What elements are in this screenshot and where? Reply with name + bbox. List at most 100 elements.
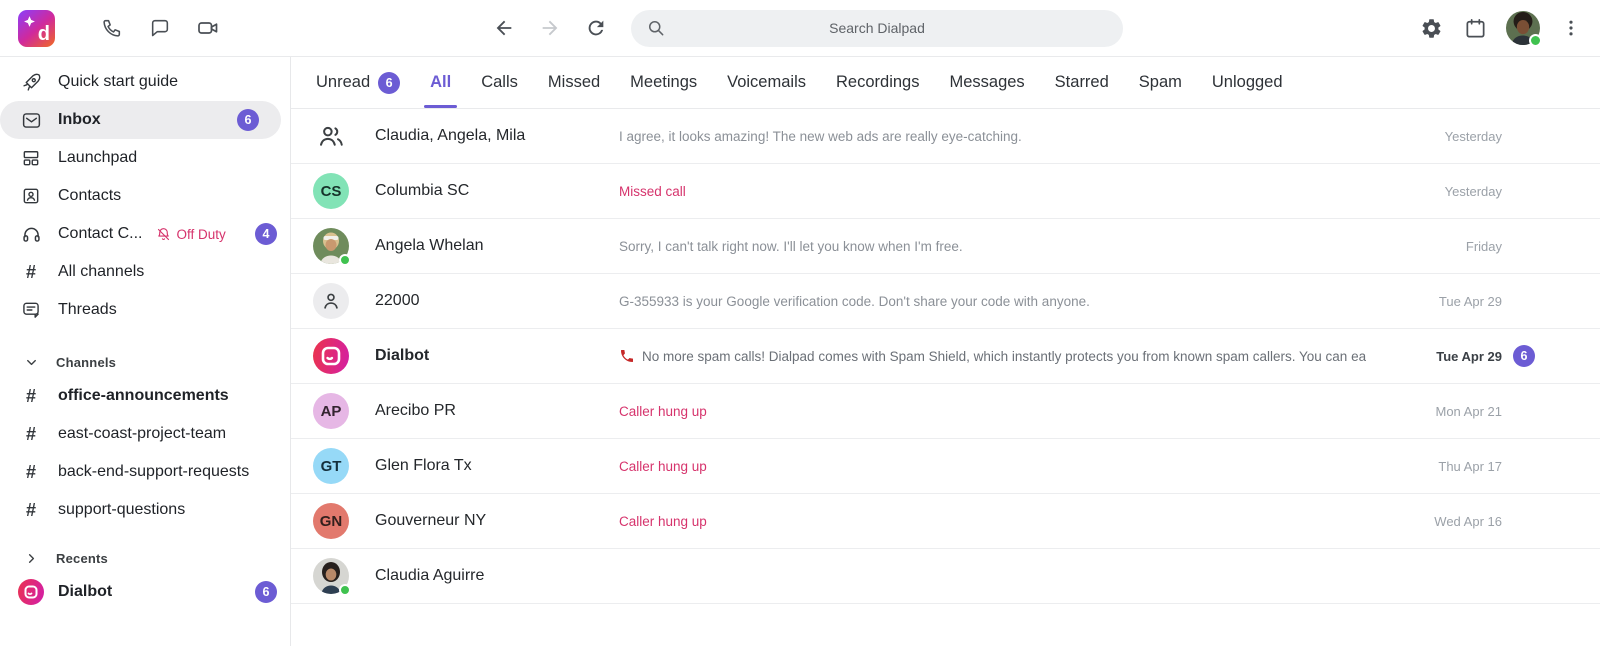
- conversation-name: Gouverneur NY: [375, 512, 619, 530]
- conversation-preview: G-355933 is your Google verification cod…: [619, 294, 1425, 309]
- forward-button[interactable]: [537, 15, 563, 41]
- channel-label: office-announcements: [58, 387, 229, 405]
- sidebar-item-label: Contacts: [58, 187, 121, 205]
- tab-label: Recordings: [836, 73, 919, 92]
- conversation-list: Claudia, Angela, Mila I agree, it looks …: [291, 109, 1600, 646]
- initials-avatar: AP: [313, 393, 349, 429]
- conversation-name: Claudia, Angela, Mila: [375, 127, 619, 145]
- tab-label: Spam: [1139, 73, 1182, 92]
- unread-badge: 6: [255, 581, 277, 603]
- conversation-date: Tue Apr 29: [1436, 349, 1502, 364]
- sidebar-item-inbox[interactable]: Inbox 6: [0, 101, 281, 139]
- sidebar-item-dialbot[interactable]: Dialbot 6: [0, 573, 290, 611]
- hash-icon: #: [20, 500, 42, 521]
- conversation-row[interactable]: Claudia Aguirre: [291, 549, 1600, 604]
- conversation-row[interactable]: Claudia, Angela, Mila I agree, it looks …: [291, 109, 1600, 164]
- sidebar-item-label: Inbox: [58, 111, 101, 129]
- settings-gear-icon[interactable]: [1418, 15, 1444, 41]
- sparkle-icon: [23, 15, 36, 28]
- search-icon: [646, 18, 666, 38]
- tab-spam[interactable]: Spam: [1139, 57, 1182, 108]
- launchpad-icon: [20, 148, 42, 168]
- conversation-row[interactable]: 22000 G-355933 is your Google verificati…: [291, 274, 1600, 329]
- tab-label: Unlogged: [1212, 73, 1283, 92]
- search-bar[interactable]: [631, 10, 1123, 47]
- refresh-button[interactable]: [583, 15, 609, 41]
- sidebar-item-contact-center[interactable]: Contact C... Off Duty 4: [0, 215, 290, 253]
- conversation-row[interactable]: CS Columbia SC Missed call Yesterday: [291, 164, 1600, 219]
- conversation-preview: Caller hung up: [619, 404, 1422, 419]
- sidebar-item-label: All channels: [58, 263, 144, 281]
- dialbot-avatar-icon: [313, 338, 349, 374]
- recents-section-header[interactable]: Recents: [0, 543, 290, 573]
- inbox-tabs: Unread 6 All Calls Missed Meetings Voice…: [291, 57, 1600, 109]
- unread-badge: 6: [237, 109, 259, 131]
- phone-red-icon: [619, 348, 635, 364]
- conversation-date: Thu Apr 17: [1438, 459, 1502, 474]
- off-duty-label: Off Duty: [176, 227, 225, 242]
- tab-label: Messages: [949, 73, 1024, 92]
- search-input[interactable]: [631, 20, 1123, 36]
- conversation-row[interactable]: Angela Whelan Sorry, I can't talk right …: [291, 219, 1600, 274]
- phone-icon[interactable]: [99, 15, 125, 41]
- tab-missed[interactable]: Missed: [548, 57, 600, 108]
- tab-unlogged[interactable]: Unlogged: [1212, 57, 1283, 108]
- conversation-name: Claudia Aguirre: [375, 567, 619, 585]
- hash-icon: #: [20, 262, 42, 283]
- video-icon[interactable]: [195, 15, 221, 41]
- tab-meetings[interactable]: Meetings: [630, 57, 697, 108]
- conversation-name: Glen Flora Tx: [375, 457, 619, 475]
- tab-label: Missed: [548, 73, 600, 92]
- conversation-row[interactable]: GT Glen Flora Tx Caller hung up Thu Apr …: [291, 439, 1600, 494]
- sidebar-item-label: Quick start guide: [58, 73, 178, 91]
- tab-unread[interactable]: Unread 6: [316, 57, 400, 108]
- kebab-menu-icon[interactable]: [1558, 15, 1584, 41]
- conversation-preview: Caller hung up: [619, 514, 1420, 529]
- chat-icon[interactable]: [147, 15, 173, 41]
- unread-badge: 6: [1513, 345, 1535, 367]
- tab-all[interactable]: All: [430, 57, 451, 108]
- tab-recordings[interactable]: Recordings: [836, 57, 919, 108]
- presence-dot: [339, 584, 351, 596]
- presence-dot: [1529, 34, 1542, 47]
- contact-card-icon: [20, 186, 42, 206]
- sidebar-channel-support-questions[interactable]: # support-questions: [0, 491, 290, 529]
- conversation-date: Wed Apr 16: [1434, 514, 1502, 529]
- sidebar-item-quick-start-guide[interactable]: Quick start guide: [0, 63, 290, 101]
- unread-badge: 4: [255, 223, 277, 245]
- headset-icon: [20, 224, 42, 245]
- tab-calls[interactable]: Calls: [481, 57, 518, 108]
- bell-off-icon: [156, 227, 171, 242]
- presence-dot: [339, 254, 351, 266]
- dialbot-icon: [20, 579, 42, 605]
- sidebar-item-all-channels[interactable]: # All channels: [0, 253, 290, 291]
- initials-avatar: CS: [313, 173, 349, 209]
- tab-voicemails[interactable]: Voicemails: [727, 57, 806, 108]
- conversation-name: Arecibo PR: [375, 402, 619, 420]
- calendar-icon[interactable]: [1462, 15, 1488, 41]
- sidebar-item-label: Launchpad: [58, 149, 137, 167]
- sidebar-channel-east-coast-project-team[interactable]: # east-coast-project-team: [0, 415, 290, 453]
- sidebar-item-threads[interactable]: Threads: [0, 291, 290, 329]
- conversation-preview: No more spam calls! Dialpad comes with S…: [619, 348, 1422, 364]
- channels-header-label: Channels: [56, 355, 116, 370]
- sidebar-channel-office-announcements[interactable]: # office-announcements: [0, 377, 290, 415]
- user-avatar[interactable]: [1506, 11, 1540, 45]
- conversation-row[interactable]: Dialbot No more spam calls! Dialpad come…: [291, 329, 1600, 384]
- tab-messages[interactable]: Messages: [949, 57, 1024, 108]
- sidebar-item-launchpad[interactable]: Launchpad: [0, 139, 290, 177]
- recent-label: Dialbot: [58, 583, 112, 601]
- photo-avatar: [313, 228, 349, 264]
- back-button[interactable]: [491, 15, 517, 41]
- sidebar-channel-back-end-support-requests[interactable]: # back-end-support-requests: [0, 453, 290, 491]
- conversation-row[interactable]: GN Gouverneur NY Caller hung up Wed Apr …: [291, 494, 1600, 549]
- conversation-row[interactable]: AP Arecibo PR Caller hung up Mon Apr 21: [291, 384, 1600, 439]
- unread-badge: 6: [378, 72, 400, 94]
- tab-starred[interactable]: Starred: [1055, 57, 1109, 108]
- channels-section-header[interactable]: Channels: [0, 347, 290, 377]
- channel-label: support-questions: [58, 501, 185, 519]
- hash-icon: #: [20, 424, 42, 445]
- logo-letter: d: [38, 23, 50, 46]
- conversation-name: 22000: [375, 292, 619, 310]
- sidebar-item-contacts[interactable]: Contacts: [0, 177, 290, 215]
